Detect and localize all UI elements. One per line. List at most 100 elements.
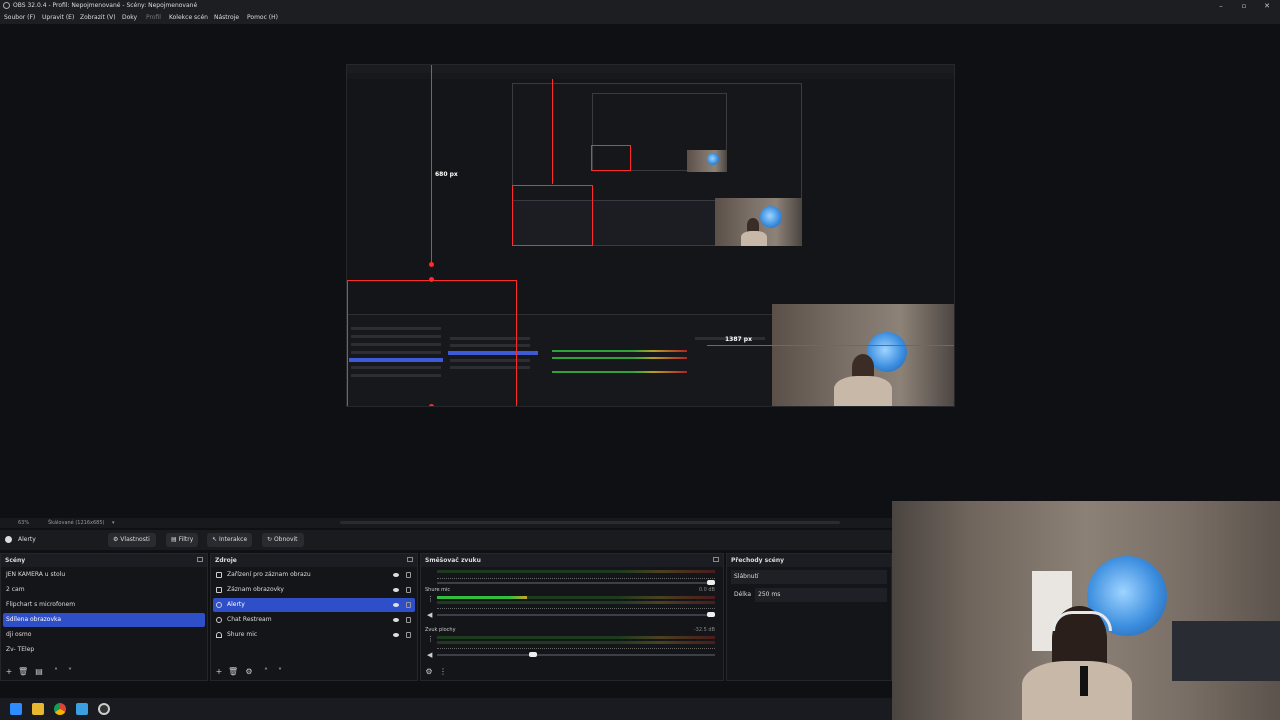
volume-slider[interactable]	[437, 612, 715, 617]
obs-icon[interactable]	[98, 703, 110, 715]
channel-name: Shure mic	[425, 587, 451, 593]
speaker-icon[interactable]: ◀	[427, 652, 433, 659]
scale-mode[interactable]: Škálované (1216x685)	[48, 520, 104, 526]
channel-db: -32.5 dB	[693, 627, 715, 633]
menu-tools[interactable]: Nástroje	[214, 14, 239, 21]
file-explorer-icon[interactable]	[32, 703, 44, 715]
lock-icon[interactable]	[406, 617, 411, 623]
add-scene-icon[interactable]: +	[4, 667, 14, 677]
dock-options-icon[interactable]	[713, 557, 719, 562]
mixer-scale	[437, 575, 715, 579]
preview-scrollbar[interactable]	[340, 521, 840, 524]
volume-slider[interactable]	[437, 652, 715, 657]
sources-dock: Zdroje Zařízení pro záznam obrazu Záznam…	[210, 553, 418, 681]
level-meter	[437, 596, 527, 599]
selection-box-dock	[347, 280, 517, 406]
channel-name: Zvuk plochy	[425, 627, 456, 633]
lock-icon[interactable]	[406, 632, 411, 638]
scene-item[interactable]: dji osmo	[3, 628, 205, 642]
scene-item[interactable]: JEN KAMERA u stolu	[3, 568, 205, 582]
source-item-selected[interactable]: Alerty	[213, 598, 415, 612]
visibility-eye-icon[interactable]	[393, 603, 399, 607]
scene-filters-icon[interactable]: ▤	[34, 667, 44, 677]
channel-menu-icon[interactable]: ⋮	[427, 636, 434, 643]
source-item[interactable]: Zařízení pro záznam obrazu	[213, 568, 415, 582]
source-item[interactable]: Chat Restream	[213, 613, 415, 627]
menu-profile[interactable]: Profil	[146, 14, 161, 21]
nested-menu-bar	[347, 73, 954, 79]
menu-docks[interactable]: Doky	[122, 14, 137, 21]
source-properties-icon[interactable]: ⚙	[244, 667, 254, 677]
audio-mixer-dock: Směšovač zvuku Shure mic 0.0 dB ⋮ ◀ Zvuk…	[420, 553, 724, 681]
volume-slider[interactable]	[437, 580, 715, 585]
menu-bar: Soubor (F) Upravit (E) Zobrazit (V) Doky…	[0, 12, 1280, 24]
speaker-icon[interactable]: ◀	[427, 612, 433, 619]
filters-button[interactable]: ▤ Filtry	[166, 533, 198, 547]
remove-source-icon[interactable]: 🗑	[228, 667, 238, 677]
title-bar: OBS 32.0.4 - Profil: Nepojmenované - Scé…	[0, 0, 1280, 12]
source-item[interactable]: Záznam obrazovky	[213, 583, 415, 597]
menu-edit[interactable]: Upravit (E)	[42, 14, 74, 21]
measure-label-vertical: 680 px	[435, 171, 458, 178]
dock-options-icon[interactable]	[197, 557, 203, 562]
move-down-icon[interactable]: ˅	[65, 667, 75, 677]
zoom-level[interactable]: 63%	[18, 520, 29, 526]
scene-item[interactable]: 2 cam	[3, 583, 205, 597]
scene-item[interactable]: Flipchart s microfonem	[3, 598, 205, 612]
channel-menu-icon[interactable]: ⋮	[427, 596, 434, 603]
scene-item[interactable]: Zv- TElep	[3, 643, 205, 657]
preview-area[interactable]: 680 px 1387 px	[0, 24, 1280, 518]
sources-dock-title: Zdroje	[215, 557, 237, 564]
visibility-eye-icon[interactable]	[393, 588, 399, 592]
photos-icon[interactable]	[76, 703, 88, 715]
mixer-channel-desktop-audio: Zvuk plochy -32.5 dB ⋮ ◀	[425, 627, 719, 667]
channel-db: 0.0 dB	[698, 587, 715, 593]
scale-dropdown-icon[interactable]: ▾	[112, 520, 115, 526]
minimize-button[interactable]: –	[1210, 0, 1232, 12]
add-source-icon[interactable]: +	[214, 667, 224, 677]
mixer-menu-icon[interactable]: ⋮	[438, 667, 448, 677]
chrome-icon[interactable]	[54, 703, 66, 715]
source-item[interactable]: Shure mic	[213, 628, 415, 642]
lock-icon[interactable]	[406, 602, 411, 608]
lock-icon[interactable]	[406, 587, 411, 593]
lock-icon[interactable]	[406, 572, 411, 578]
refresh-button[interactable]: ↻ Obnovit	[262, 533, 304, 547]
taskbar	[0, 698, 892, 720]
monitor-icon	[216, 587, 222, 593]
measure-label-horizontal: 1387 px	[725, 336, 752, 343]
visibility-eye-icon[interactable]	[393, 618, 399, 622]
menu-view[interactable]: Zobrazit (V)	[80, 14, 116, 21]
source-context-bar: Alerty ⚙ Vlastnosti ▤ Filtry ↖ Interakce…	[0, 530, 892, 550]
mixer-settings-icon[interactable]: ⚙	[424, 667, 434, 677]
close-button[interactable]: ✕	[1256, 0, 1278, 12]
interact-button[interactable]: ↖ Interakce	[207, 533, 252, 547]
visibility-eye-icon[interactable]	[393, 633, 399, 637]
scenes-dock-title: Scény	[5, 557, 26, 564]
preview-canvas[interactable]: 680 px 1387 px	[346, 64, 955, 407]
menu-file[interactable]: Soubor (F)	[4, 14, 35, 21]
scenes-dock: Scény JEN KAMERA u stolu 2 cam Flipchart…	[0, 553, 208, 681]
nested-webcam-tiny	[687, 150, 727, 172]
maximize-button[interactable]: ▫	[1233, 0, 1255, 12]
transition-type-select[interactable]: Slábnutí	[731, 570, 887, 584]
headphones	[1052, 611, 1112, 631]
move-up-icon[interactable]: ˄	[51, 667, 61, 677]
move-down-icon[interactable]: ˅	[275, 667, 285, 677]
visibility-eye-icon[interactable]	[393, 573, 399, 577]
scene-item-selected[interactable]: Sdílena obrazovka	[3, 613, 205, 627]
nested-webcam-small	[715, 198, 802, 246]
windows-start-icon[interactable]	[10, 703, 22, 715]
move-up-icon[interactable]: ˄	[261, 667, 271, 677]
nested-title-bar	[347, 65, 954, 73]
menu-help[interactable]: Pomoc (H)	[247, 14, 278, 21]
globe-icon	[216, 617, 222, 623]
window-title: OBS 32.0.4 - Profil: Nepojmenované - Scé…	[13, 2, 198, 9]
properties-button[interactable]: ⚙ Vlastnosti	[108, 533, 156, 547]
measure-line-horizontal	[707, 345, 954, 346]
menu-scene-collection[interactable]: Kolekce scén	[169, 14, 208, 21]
transition-duration[interactable]: Délka 250 ms	[731, 588, 887, 602]
dock-options-icon[interactable]	[407, 557, 413, 562]
remove-scene-icon[interactable]: 🗑	[18, 667, 28, 677]
webcam-source	[772, 304, 954, 406]
